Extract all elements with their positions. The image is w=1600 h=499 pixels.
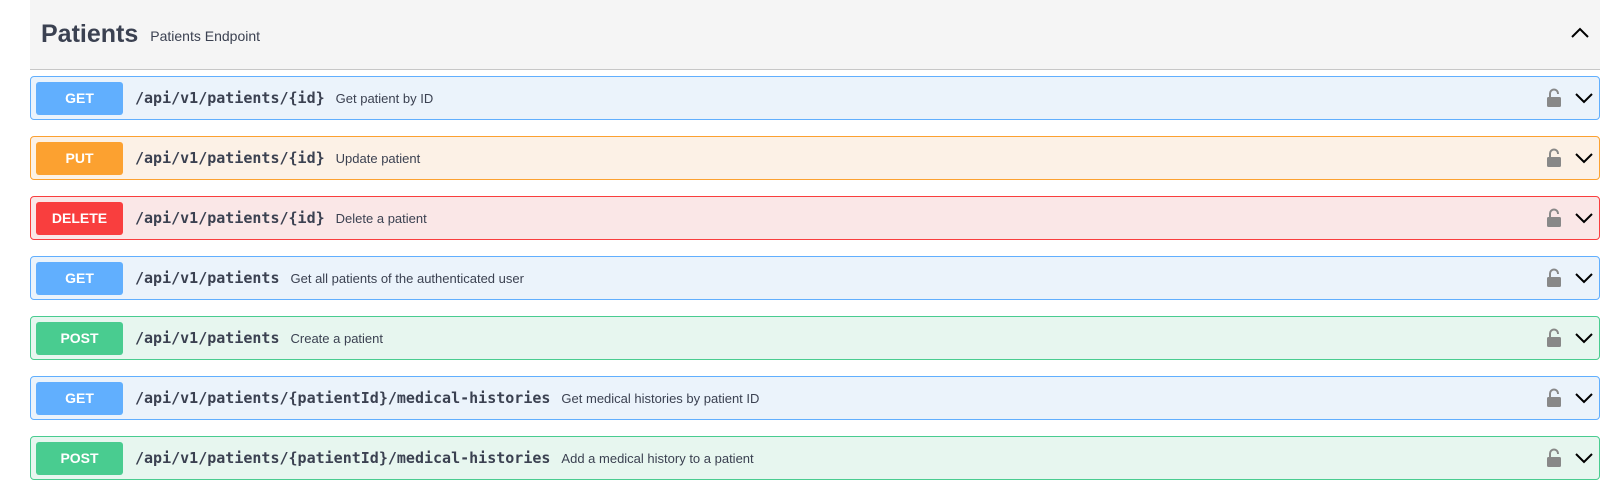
operation-path: /api/v1/patients/{id} xyxy=(135,209,325,227)
operation-path: /api/v1/patients xyxy=(135,329,280,347)
operation-summary: Delete a patient xyxy=(335,210,427,226)
operation-summary: Create a patient xyxy=(290,330,384,346)
lock-icon[interactable] xyxy=(1543,326,1565,350)
chevron-up-icon xyxy=(1570,26,1590,44)
operation-update-patient[interactable]: PUT /api/v1/patients/{id} Update patient xyxy=(30,136,1600,180)
chevron-down-icon[interactable] xyxy=(1571,326,1597,350)
operation-get-patient-by-id[interactable]: GET /api/v1/patients/{id} Get patient by… xyxy=(30,76,1600,120)
chevron-down-icon[interactable] xyxy=(1571,266,1597,290)
lock-icon[interactable] xyxy=(1543,446,1565,470)
operation-summary: Get medical histories by patient ID xyxy=(561,390,760,406)
operation-delete-patient[interactable]: DELETE /api/v1/patients/{id} Delete a pa… xyxy=(30,196,1600,240)
lock-icon[interactable] xyxy=(1543,206,1565,230)
operation-path: /api/v1/patients xyxy=(135,269,280,287)
operation-path: /api/v1/patients/{patientId}/medical-his… xyxy=(135,449,551,467)
operation-path: /api/v1/patients/{id} xyxy=(135,89,325,107)
method-badge: POST xyxy=(36,441,123,475)
chevron-down-icon[interactable] xyxy=(1571,446,1597,470)
tag-title: Patients xyxy=(41,20,139,48)
chevron-down-icon[interactable] xyxy=(1571,386,1597,410)
operation-path: /api/v1/patients/{patientId}/medical-his… xyxy=(135,389,551,407)
method-badge: DELETE xyxy=(36,201,123,235)
lock-icon[interactable] xyxy=(1543,86,1565,110)
operation-summary: Get all patients of the authenticated us… xyxy=(290,270,524,286)
operation-path: /api/v1/patients/{id} xyxy=(135,149,325,167)
tag-description: Patients Endpoint xyxy=(150,27,261,44)
chevron-down-icon[interactable] xyxy=(1571,146,1597,170)
method-badge: GET xyxy=(36,261,123,295)
lock-icon[interactable] xyxy=(1543,266,1565,290)
chevron-down-icon[interactable] xyxy=(1571,206,1597,230)
method-badge: GET xyxy=(36,381,123,415)
operation-summary: Add a medical history to a patient xyxy=(561,450,754,466)
method-badge: POST xyxy=(36,321,123,355)
operation-create-patient[interactable]: POST /api/v1/patients Create a patient xyxy=(30,316,1600,360)
operation-summary: Get patient by ID xyxy=(335,90,434,106)
operation-get-medical-histories[interactable]: GET /api/v1/patients/{patientId}/medical… xyxy=(30,376,1600,420)
patients-section: Patients Patients Endpoint GET /api/v1/p… xyxy=(30,0,1600,499)
operation-summary: Update patient xyxy=(335,150,421,166)
tag-header[interactable]: Patients Patients Endpoint xyxy=(30,0,1600,70)
method-badge: GET xyxy=(36,81,123,115)
lock-icon[interactable] xyxy=(1543,146,1565,170)
operation-add-medical-history[interactable]: POST /api/v1/patients/{patientId}/medica… xyxy=(30,436,1600,480)
chevron-down-icon[interactable] xyxy=(1571,86,1597,110)
lock-icon[interactable] xyxy=(1543,386,1565,410)
method-badge: PUT xyxy=(36,141,123,175)
operation-get-all-patients[interactable]: GET /api/v1/patients Get all patients of… xyxy=(30,256,1600,300)
collapse-button[interactable] xyxy=(1560,20,1600,50)
